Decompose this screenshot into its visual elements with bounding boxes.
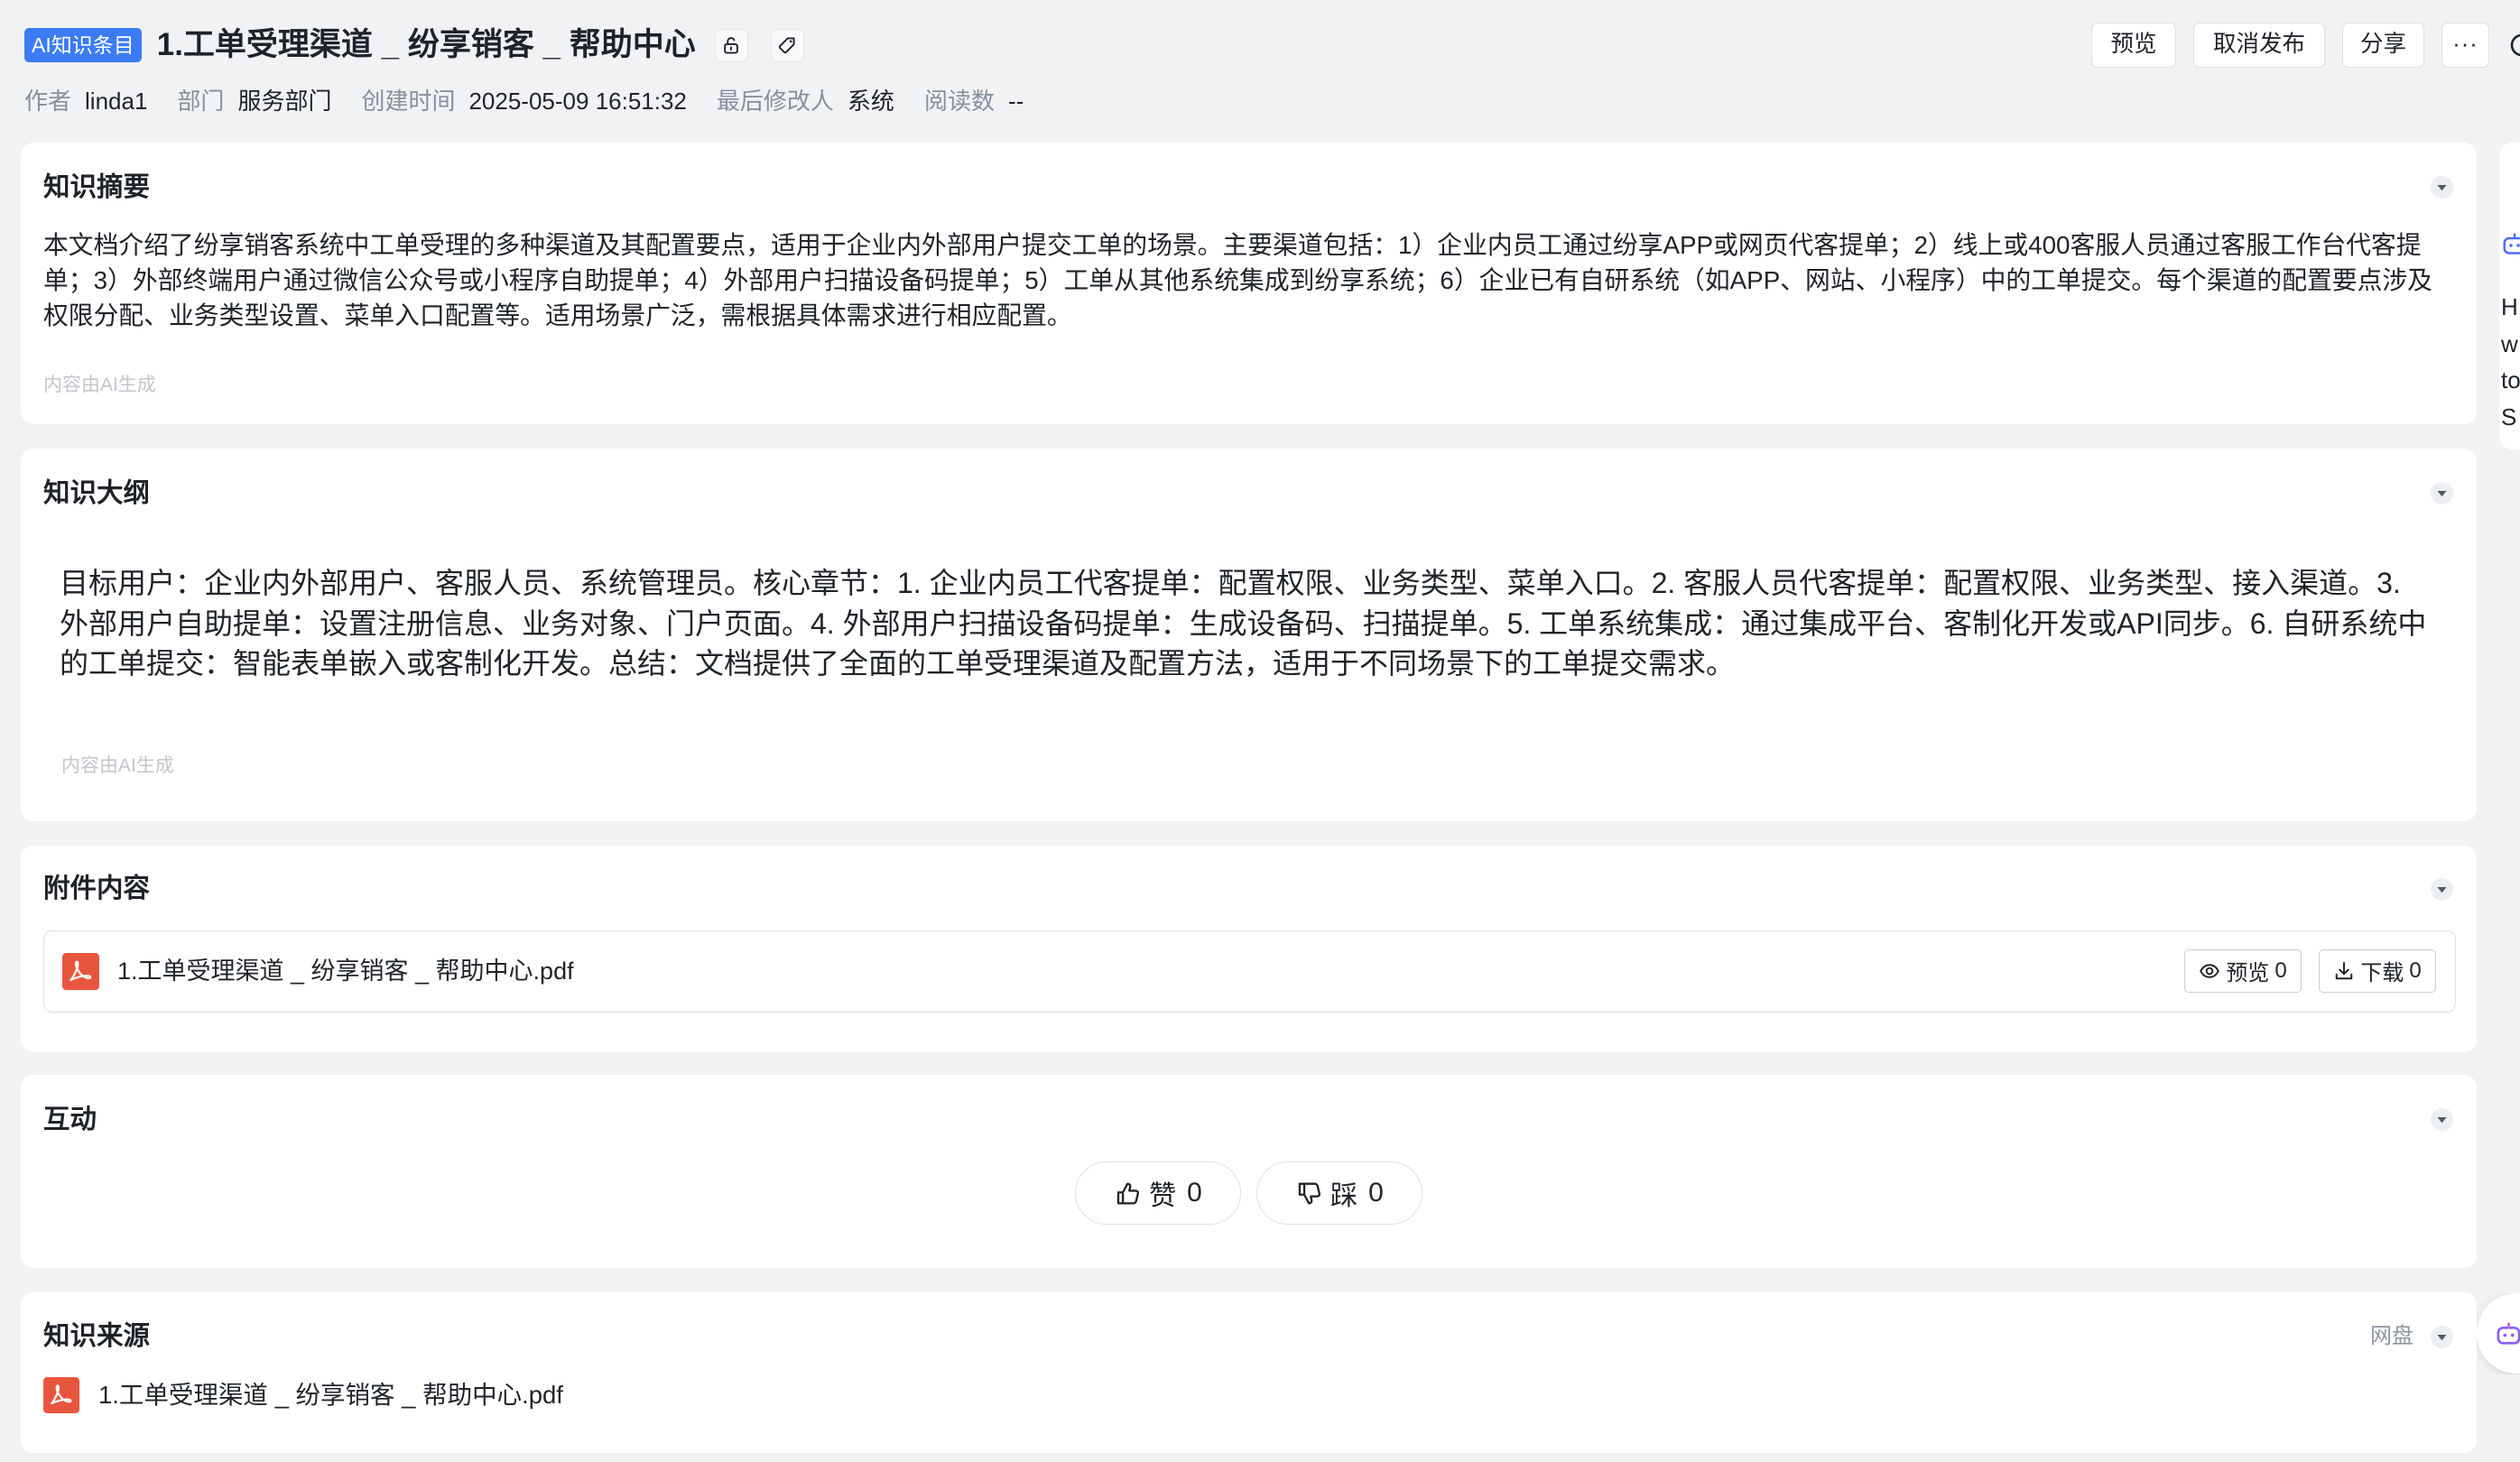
more-button[interactable]: ···	[2441, 23, 2489, 68]
circle-icon[interactable]	[2509, 32, 2520, 60]
tag-icon	[779, 37, 795, 54]
dislike-count: 0	[1368, 1178, 1384, 1208]
ai-knowledge-badge: AI知识条目	[24, 28, 142, 62]
chevron-down-icon[interactable]	[2431, 877, 2453, 901]
thumbs-down-icon	[1298, 1181, 1321, 1205]
robot-icon	[2501, 230, 2520, 257]
department-label: 部门	[177, 88, 225, 115]
attachment-preview-button[interactable]: 预览 0	[2184, 948, 2302, 993]
source-title: 知识来源	[43, 1321, 151, 1351]
source-file-name[interactable]: 1.工单受理渠道 _ 纷享销客 _ 帮助中心.pdf	[98, 1378, 563, 1412]
download-icon	[2336, 961, 2353, 979]
title-bar: AI知识条目 1.工单受理渠道 _ 纷享销客 _ 帮助中心	[24, 23, 804, 67]
created-label: 创建时间	[361, 88, 456, 115]
summary-title: 知识摘要	[43, 172, 151, 202]
download-count: 0	[2409, 958, 2422, 983]
robot-icon	[2495, 1319, 2520, 1347]
author-label: 作者	[24, 88, 72, 115]
ai-generated-note: 内容由AI生成	[43, 375, 156, 395]
download-label: 下载	[2360, 961, 2404, 985]
attachments-title: 附件内容	[43, 874, 151, 903]
unpublish-button[interactable]: 取消发布	[2193, 23, 2325, 68]
preview-count: 0	[2274, 958, 2287, 983]
ai-generated-note: 内容由AI生成	[61, 755, 174, 776]
assistant-greeting-line: S	[2501, 403, 2517, 430]
meta-row: 作者 linda1 部门 服务部门 创建时间 2025-05-09 16:51:…	[24, 87, 1053, 116]
knowledge-detail-page: AI知识条目 1.工单受理渠道 _ 纷享销客 _ 帮助中心 预览 取消发布 分享…	[0, 0, 2520, 1462]
assistant-float-button[interactable]	[2477, 1293, 2520, 1374]
header-actions: 预览 取消发布 分享 ···	[2091, 23, 2489, 68]
dislike-button[interactable]: 踩 0	[1256, 1161, 1422, 1225]
interaction-card: 互动 赞 0 踩 0	[21, 1075, 2477, 1268]
attachment-name[interactable]: 1.工单受理渠道 _ 纷享销客 _ 帮助中心.pdf	[117, 931, 574, 1011]
assistant-float-button-clip	[2477, 1293, 2520, 1374]
chevron-down-icon[interactable]	[2431, 482, 2453, 504]
author-value: linda1	[85, 88, 148, 115]
chevron-down-icon[interactable]	[2431, 1108, 2453, 1131]
pdf-file-icon	[43, 1377, 79, 1413]
like-label: 赞	[1149, 1181, 1177, 1211]
preview-label: 预览	[2226, 961, 2270, 985]
chevron-down-icon[interactable]	[2431, 176, 2453, 199]
unlock-icon	[724, 37, 739, 54]
attachment-item[interactable]: 1.工单受理渠道 _ 纷享销客 _ 帮助中心.pdf 预览 0 下载 0	[43, 930, 2456, 1013]
assistant-greeting-line: to	[2501, 366, 2520, 393]
reads-label: 阅读数	[923, 88, 995, 115]
assistant-greeting-line: w	[2501, 329, 2518, 357]
summary-card: 知识摘要 本文档介绍了纷享销客系统中工单受理的多种渠道及其配置要点，适用于企业内…	[21, 143, 2477, 424]
interaction-title: 互动	[43, 1105, 97, 1134]
summary-text: 本文档介绍了纷享销客系统中工单受理的多种渠道及其配置要点，适用于企业内外部用户提…	[43, 231, 2432, 330]
thumbs-up-icon	[1116, 1181, 1140, 1205]
outline-title: 知识大纲	[43, 478, 151, 508]
attachment-download-button[interactable]: 下载 0	[2319, 948, 2436, 993]
modifier-label: 最后修改人	[716, 88, 834, 115]
source-card: 知识来源 网盘 1.工单受理渠道 _ 纷享销客 _ 帮助中心.pdf	[21, 1292, 2477, 1453]
assistant-greeting: H w to S	[2501, 289, 2520, 435]
like-count: 0	[1187, 1178, 1202, 1208]
outline-card: 知识大纲 目标用户：企业内外部用户、客服人员、系统管理员。核心章节：1. 企业内…	[21, 449, 2477, 821]
created-value: 2025-05-09 16:51:32	[468, 88, 687, 115]
attachments-card: 附件内容 1.工单受理渠道 _ 纷享销客 _ 帮助中心.pdf 预览 0 下载 …	[21, 846, 2477, 1052]
assistant-panel: H w to S	[2499, 143, 2520, 449]
pdf-file-icon	[62, 952, 99, 990]
source-origin: 网盘	[2370, 1324, 2413, 1348]
assistant-greeting-line: H	[2501, 293, 2518, 320]
eye-icon	[2200, 963, 2220, 978]
outline-text: 目标用户：企业内外部用户、客服人员、系统管理员。核心章节：1. 企业内员工代客提…	[60, 567, 2427, 680]
dislike-label: 踩	[1330, 1181, 1358, 1211]
preview-button[interactable]: 预览	[2091, 23, 2176, 68]
chevron-down-icon[interactable]	[2431, 1325, 2453, 1348]
modifier-value: 系统	[847, 88, 894, 115]
tag-button[interactable]	[770, 28, 804, 62]
page-title: 1.工单受理渠道 _ 纷享销客 _ 帮助中心	[156, 27, 696, 62]
permission-button[interactable]	[714, 28, 748, 62]
like-button[interactable]: 赞 0	[1075, 1161, 1241, 1225]
share-button[interactable]: 分享	[2342, 23, 2424, 68]
department-value: 服务部门	[237, 88, 332, 115]
reads-value: --	[1007, 88, 1024, 115]
